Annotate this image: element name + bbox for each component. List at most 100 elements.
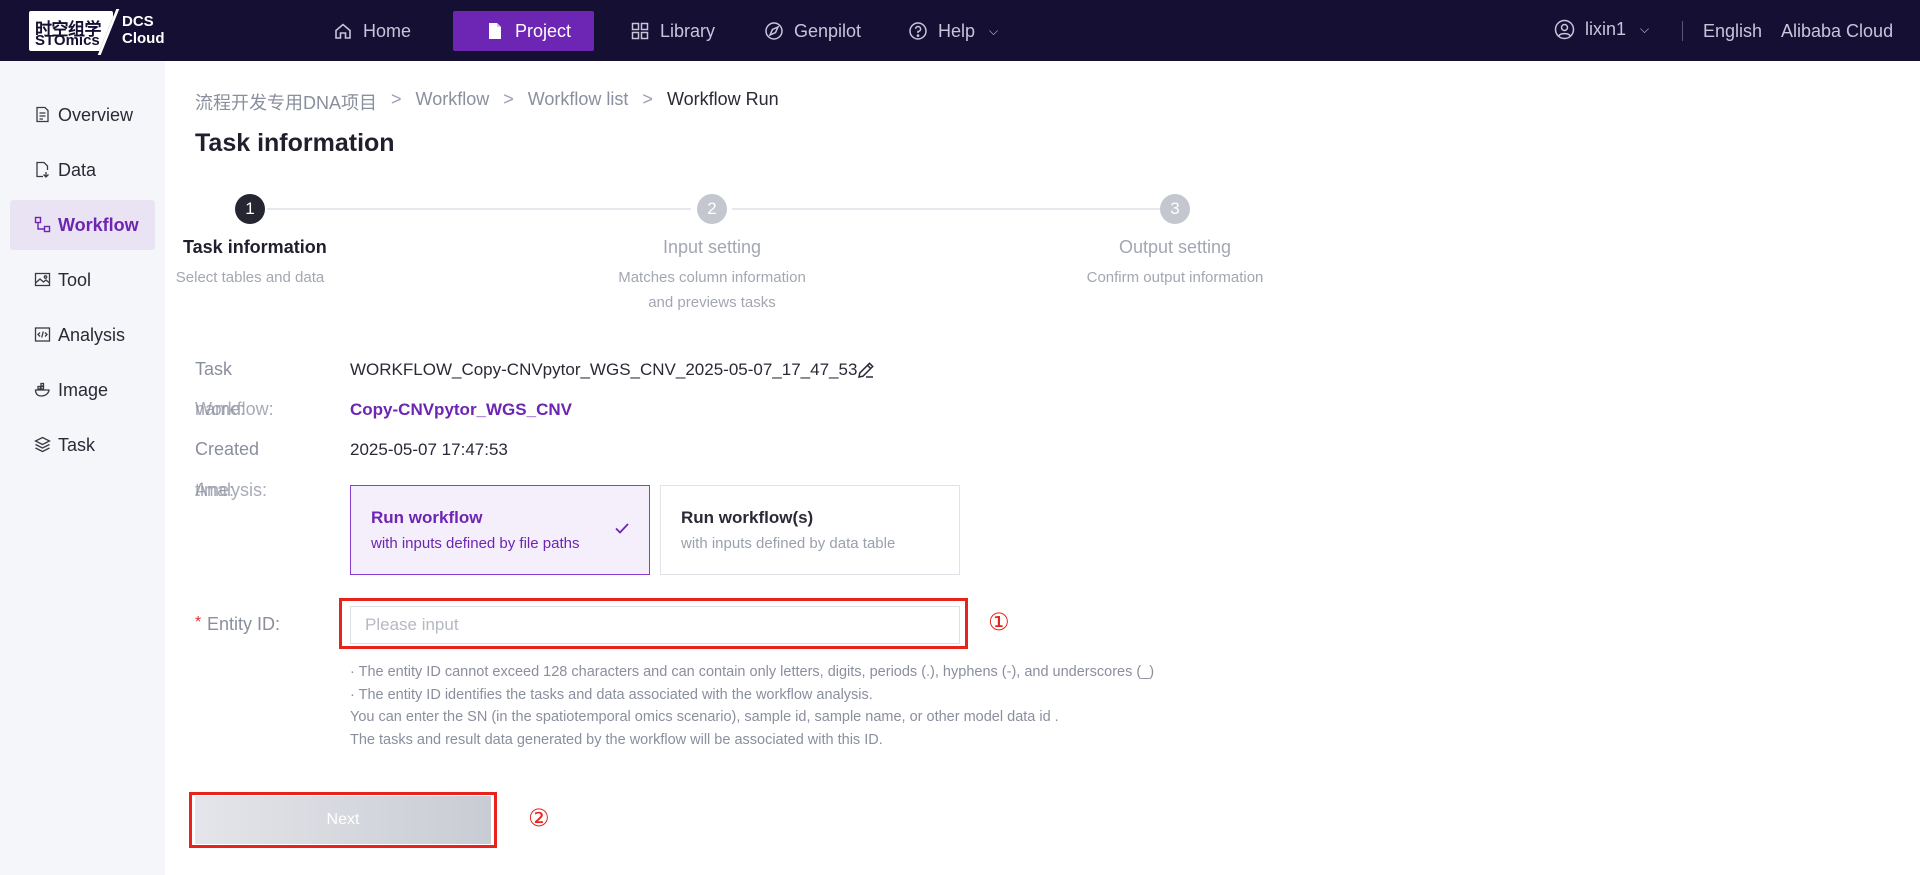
nav-library-label: Library	[660, 20, 716, 41]
cloud-provider[interactable]: Alibaba Cloud	[1781, 21, 1893, 42]
breadcrumb-current: Workflow Run	[666, 89, 779, 109]
nav-project[interactable]: Project	[453, 11, 594, 51]
help-circle-icon	[908, 21, 928, 41]
step-3-number: 3	[1160, 194, 1190, 224]
nav-help[interactable]: Help ⌵	[908, 11, 1028, 51]
sidebar-item-overview[interactable]: Overview	[10, 90, 155, 140]
step-connector	[732, 208, 1160, 210]
workflow-link[interactable]: Copy-CNVpytor_WGS_CNV	[350, 400, 572, 420]
entity-id-label: Entity ID:	[207, 614, 281, 634]
sidebar-item-data[interactable]: Data	[10, 145, 155, 195]
breadcrumb-separator-icon: >	[642, 89, 653, 109]
user-menu[interactable]: lixin1 ⌵	[1554, 19, 1649, 40]
sidebar-item-label: Task	[58, 434, 96, 455]
step-2-desc-line-1: Matches column information	[618, 269, 806, 286]
analysis-code-icon	[34, 326, 52, 344]
task-name-label: Task	[195, 359, 232, 380]
task-name-label-line-1: Task	[195, 359, 233, 379]
sidebar-item-image[interactable]: Image	[10, 365, 155, 415]
annotation-marker-2: ②	[528, 804, 550, 832]
analysis-label: Analysis:	[195, 480, 268, 500]
breadcrumb-project[interactable]: 流程开发专用DNA项目	[195, 89, 377, 115]
top-navigation-bar: 时空组学 STOmics DCS Cloud Home Project Libr…	[0, 0, 1920, 61]
nav-help-label: Help	[938, 20, 976, 41]
grid-icon	[630, 21, 650, 41]
data-file-icon	[34, 161, 52, 179]
step-connector	[267, 208, 691, 210]
sidebar-item-tool[interactable]: Tool	[10, 255, 155, 305]
logo-product-line-1: DCS	[122, 13, 154, 30]
sidebar-item-label: Analysis	[58, 324, 126, 345]
nav-home-label: Home	[363, 20, 412, 41]
step-3-desc-line: Confirm output information	[1086, 269, 1264, 286]
breadcrumb: 流程开发专用DNA项目 > Workflow > Workflow list >…	[195, 89, 779, 115]
nav-genpilot[interactable]: Genpilot	[764, 11, 894, 51]
step-1-description: Select tables and data	[150, 265, 350, 290]
option-title: Run workflow(s)	[681, 508, 814, 527]
docker-whale-icon	[34, 381, 52, 399]
nav-genpilot-label: Genpilot	[794, 20, 862, 41]
entity-id-help-text: · The entity ID cannot exceed 128 charac…	[350, 661, 1154, 751]
sidebar-item-task[interactable]: Task	[10, 420, 155, 470]
step-1-desc-line: Select tables and data	[175, 269, 325, 286]
workflow-label: Workflow:	[195, 399, 274, 419]
step-2-title: Input setting	[663, 237, 762, 257]
home-icon	[333, 21, 353, 41]
page-title: Task information	[195, 129, 395, 157]
edit-pencil-icon[interactable]	[856, 360, 876, 380]
step-2-description: Matches column information and previews …	[592, 265, 832, 315]
chevron-down-icon: ⌵	[989, 23, 999, 38]
hint-line: · The entity ID identifies the tasks and…	[350, 686, 873, 703]
sidebar-item-label: Tool	[58, 269, 92, 290]
step-2-desc-line-2: and previews tasks	[648, 294, 776, 311]
breadcrumb-separator-icon: >	[391, 89, 402, 109]
entity-id-input[interactable]	[350, 606, 960, 644]
step-2-number: 2	[697, 194, 727, 224]
hint-line: The tasks and result data generated by t…	[350, 731, 883, 748]
required-asterisk: *	[195, 614, 202, 631]
annotation-marker-1: ①	[988, 608, 1010, 636]
language-switch[interactable]: English	[1703, 21, 1762, 42]
nav-library[interactable]: Library	[630, 11, 750, 51]
option-run-workflow-file-paths[interactable]: Run workflow with inputs defined by file…	[350, 485, 650, 575]
step-1-title: Task information	[183, 237, 327, 257]
user-avatar-icon	[1554, 19, 1575, 40]
step-1-number: 1	[235, 194, 265, 224]
step-3-title: Output setting	[1119, 237, 1232, 257]
breadcrumb-separator-icon: >	[503, 89, 514, 109]
layers-icon	[34, 436, 52, 454]
breadcrumb-workflow[interactable]: Workflow	[416, 89, 490, 115]
option-title: Run workflow	[371, 508, 483, 527]
sidebar-item-label: Data	[58, 159, 97, 180]
sidebar: Overview Data Workflow Tool Analysis Ima…	[0, 61, 165, 875]
brand-logo[interactable]: 时空组学 STOmics DCS Cloud	[29, 9, 169, 55]
sidebar-item-workflow[interactable]: Workflow	[10, 200, 155, 250]
tool-image-icon	[34, 271, 52, 289]
breadcrumb-workflow-list[interactable]: Workflow list	[528, 89, 629, 115]
sidebar-item-label: Overview	[58, 104, 134, 125]
nav-home[interactable]: Home	[333, 11, 443, 51]
option-subtitle: with inputs defined by data table	[681, 535, 896, 552]
next-button[interactable]: Next	[195, 796, 491, 844]
hint-line: You can enter the SN (in the spatiotempo…	[350, 709, 1059, 725]
step-3-description: Confirm output information	[1060, 265, 1290, 290]
task-name-value: WORKFLOW_Copy-CNVpytor_WGS_CNV_2025-05-0…	[350, 360, 858, 379]
logo-product-line-2: Cloud	[122, 30, 165, 47]
document-icon	[485, 21, 505, 41]
username: lixin1	[1585, 19, 1627, 39]
logo-english-text: STOmics	[35, 32, 100, 49]
header-divider	[1682, 21, 1683, 41]
compass-icon	[764, 21, 784, 41]
option-run-workflows-data-table[interactable]: Run workflow(s) with inputs defined by d…	[660, 485, 960, 575]
sidebar-item-label: Image	[58, 379, 109, 400]
user-chevron-down-icon: ⌵	[1640, 22, 1650, 36]
sidebar-item-label: Workflow	[58, 214, 139, 235]
logo-product-name: DCS Cloud	[122, 13, 165, 47]
created-time-label: Created	[195, 439, 260, 459]
created-time-value: 2025-05-07 17:47:53	[350, 440, 508, 459]
option-subtitle: with inputs defined by file paths	[371, 535, 580, 552]
hint-line: · The entity ID cannot exceed 128 charac…	[350, 664, 1155, 680]
sidebar-item-analysis[interactable]: Analysis	[10, 310, 155, 360]
check-icon	[615, 523, 629, 534]
nav-project-label: Project	[515, 20, 572, 41]
